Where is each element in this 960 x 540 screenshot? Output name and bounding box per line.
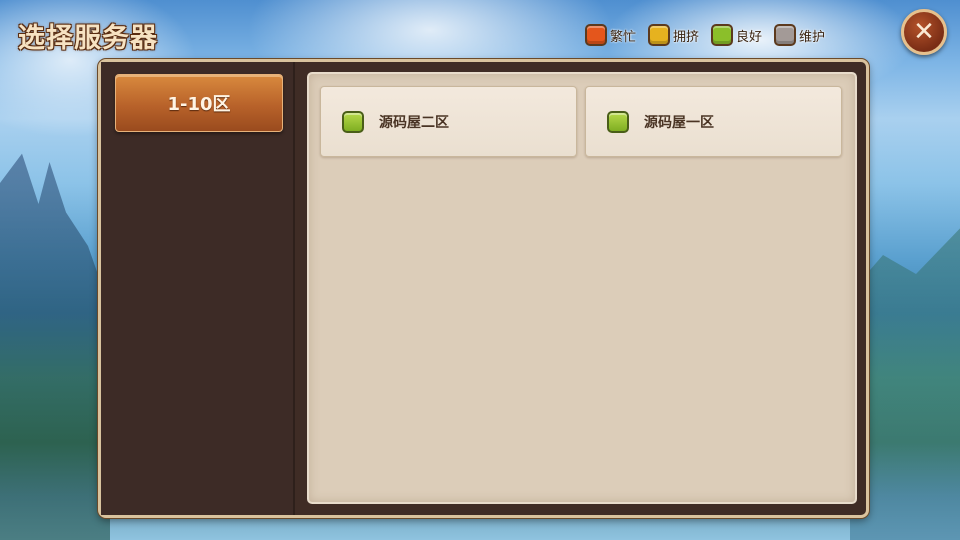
server-list: 源码屋二区 源码屋一区 — [307, 72, 857, 504]
legend-item-busy: 繁忙 — [585, 24, 636, 46]
status-legend: 繁忙 拥挤 良好 维护 — [585, 24, 825, 46]
status-swatch-maintenance — [774, 24, 797, 46]
page-title: 选择服务器 — [18, 23, 158, 54]
server-group-sidebar: 1-10区 — [101, 62, 295, 515]
legend-item-good: 良好 — [711, 24, 762, 46]
status-good-icon — [607, 110, 629, 133]
legend-item-maintenance: 维护 — [774, 24, 825, 46]
server-select-panel: 1-10区 源码屋二区 源码屋一区 — [98, 59, 869, 518]
status-swatch-good — [711, 24, 734, 46]
legend-label: 拥挤 — [673, 29, 700, 45]
server-card-2[interactable]: 源码屋二区 — [320, 86, 577, 157]
close-button[interactable]: ✕ — [901, 9, 947, 55]
status-good-icon — [342, 110, 364, 133]
server-name: 源码屋二区 — [379, 114, 449, 131]
status-swatch-crowded — [648, 24, 671, 46]
sidebar-tab-label: 1-10区 — [167, 94, 231, 115]
close-icon: ✕ — [913, 17, 935, 47]
legend-label: 繁忙 — [610, 29, 637, 45]
legend-label: 维护 — [799, 29, 826, 45]
status-swatch-busy — [585, 24, 607, 46]
server-card-1[interactable]: 源码屋一区 — [585, 86, 842, 157]
server-name: 源码屋一区 — [644, 114, 714, 131]
legend-item-crowded: 拥挤 — [648, 24, 699, 46]
sidebar-tab-1-10[interactable]: 1-10区 — [115, 74, 283, 132]
legend-label: 良好 — [736, 29, 763, 45]
